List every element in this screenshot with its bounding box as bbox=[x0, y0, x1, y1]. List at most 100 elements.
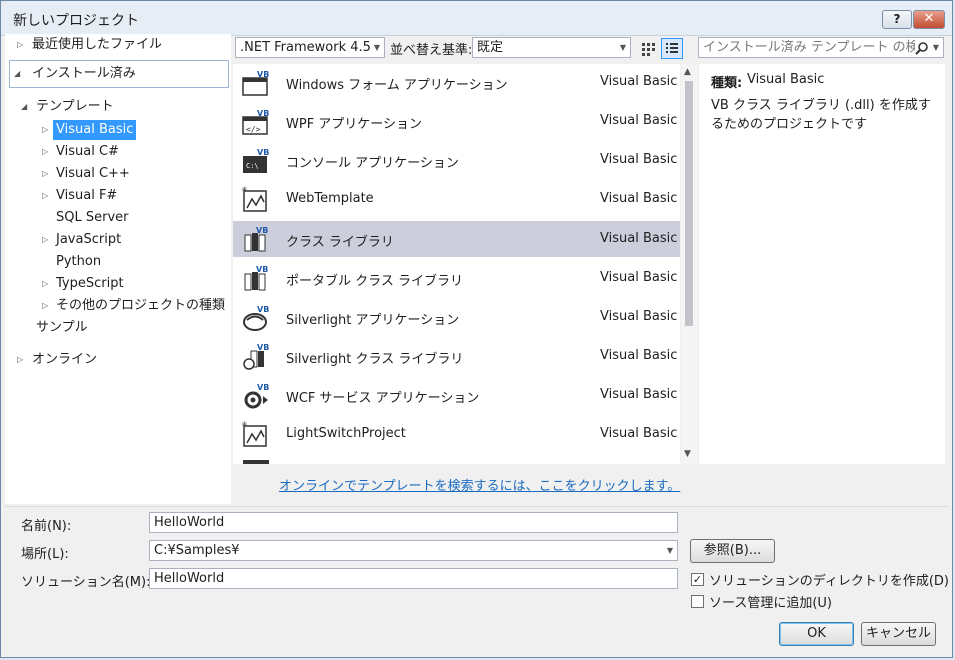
tree-item-typescript[interactable]: ▷ TypeScript bbox=[5, 274, 231, 294]
chevron-down-icon[interactable]: ▼ bbox=[667, 541, 673, 560]
project-settings-form: 名前(N): HelloWorld 場所(L): C:¥Samples¥ ▼ 参… bbox=[5, 506, 949, 655]
expand-arrow-icon[interactable]: ▷ bbox=[42, 120, 48, 140]
console-app-vb-icon: C:\ VB bbox=[243, 148, 269, 173]
name-label: 名前(N): bbox=[21, 519, 72, 534]
add-to-source-control-checkbox[interactable] bbox=[691, 595, 704, 608]
template-row-windows-forms[interactable]: VB Windows フォーム アプリケーション Visual Basic bbox=[233, 64, 680, 100]
template-name: Silverlight クラス ライブラリ bbox=[286, 352, 464, 367]
small-icons-view-button[interactable] bbox=[637, 38, 659, 59]
template-search-input[interactable]: インストール済み テンプレート の検索 ▼ bbox=[698, 37, 944, 58]
tree-item-visual-cpp[interactable]: ▷ Visual C++ bbox=[5, 164, 231, 184]
chevron-down-icon: ▼ bbox=[373, 43, 380, 52]
template-row-lightswitch[interactable]: ✳ LightSwitchProject Visual Basic bbox=[233, 416, 680, 452]
template-language: Visual Basic bbox=[600, 348, 678, 363]
chevron-down-icon: ▼ bbox=[619, 43, 626, 52]
location-label: 場所(L): bbox=[21, 547, 69, 562]
tree-item-python[interactable]: Python bbox=[5, 252, 231, 272]
template-row-class-library[interactable]: VB クラス ライブラリ Visual Basic bbox=[233, 221, 680, 257]
template-row-silverlight-library[interactable]: VB Silverlight クラス ライブラリ Visual Basic bbox=[233, 338, 680, 374]
scroll-up-icon[interactable]: ▲ bbox=[684, 67, 691, 77]
template-row-console[interactable]: C:\ VB コンソール アプリケーション Visual Basic bbox=[233, 142, 680, 178]
solution-name-input[interactable]: HelloWorld bbox=[149, 568, 678, 589]
online-templates-link[interactable]: オンラインでテンプレートを検索するには、ここをクリックします。 bbox=[279, 475, 680, 494]
template-name: WPF アプリケーション bbox=[286, 117, 423, 132]
type-label: 種類: bbox=[711, 76, 743, 91]
project-name-input[interactable]: HelloWorld bbox=[149, 512, 678, 533]
browse-button[interactable]: 参照(B)... bbox=[690, 539, 775, 563]
expand-arrow-icon[interactable]: ▷ bbox=[42, 296, 48, 316]
list-view-icon bbox=[666, 43, 678, 53]
template-language: Visual Basic bbox=[600, 74, 678, 89]
tree-item-label: TypeScript bbox=[56, 276, 124, 291]
dialog-title: 新しいプロジェクト bbox=[13, 13, 139, 29]
template-name: WCF サービス アプリケーション bbox=[286, 391, 480, 406]
search-icon[interactable] bbox=[915, 41, 929, 55]
expand-arrow-icon[interactable]: ▷ bbox=[17, 35, 23, 55]
tree-item-recent[interactable]: ▷ 最近使用したファイル bbox=[5, 35, 231, 55]
wpf-app-vb-icon: </> VB bbox=[242, 109, 269, 135]
chevron-down-icon[interactable]: ▼ bbox=[933, 38, 939, 57]
scroll-down-icon[interactable]: ▼ bbox=[684, 449, 691, 459]
tree-item-label: サンプル bbox=[36, 320, 88, 335]
tree-item-templates[interactable]: ◢ テンプレート bbox=[5, 97, 231, 117]
template-row-wpf[interactable]: </> VB WPF アプリケーション Visual Basic bbox=[233, 103, 680, 139]
class-library-vb-icon: VB bbox=[244, 226, 268, 252]
framework-select[interactable]: .NET Framework 4.5 ▼ bbox=[235, 37, 385, 58]
template-name: クラス ライブラリ bbox=[286, 235, 394, 250]
tree-item-label: 最近使用したファイル bbox=[32, 37, 163, 52]
expand-arrow-icon[interactable]: ▷ bbox=[42, 186, 48, 206]
expand-arrow-icon[interactable]: ▷ bbox=[42, 230, 48, 250]
location-combo[interactable]: C:¥Samples¥ ▼ bbox=[149, 540, 678, 561]
cancel-button[interactable]: キャンセル bbox=[861, 622, 936, 646]
template-row-silverlight-app[interactable]: VB Silverlight アプリケーション Visual Basic bbox=[233, 299, 680, 335]
scrollbar-thumb[interactable] bbox=[685, 81, 693, 326]
template-list: VB Windows フォーム アプリケーション Visual Basic </… bbox=[233, 64, 680, 464]
lightswitch-project-icon: ✳ bbox=[241, 420, 267, 447]
tree-item-sql-server[interactable]: SQL Server bbox=[5, 208, 231, 228]
silverlight-app-vb-icon: VB bbox=[243, 305, 269, 331]
tree-item-online[interactable]: ▷ オンライン bbox=[5, 350, 231, 370]
template-language: Visual Basic bbox=[600, 426, 678, 441]
expand-arrow-icon[interactable]: ▷ bbox=[42, 164, 48, 184]
svg-text:VB: VB bbox=[256, 265, 268, 274]
create-directory-checkbox[interactable]: ✓ bbox=[691, 573, 704, 586]
template-name: LightSwitchProject bbox=[286, 426, 406, 441]
sort-value: 既定 bbox=[477, 40, 504, 55]
template-row-portable-class-library[interactable]: VB ポータブル クラス ライブラリ Visual Basic bbox=[233, 260, 680, 296]
sort-select[interactable]: 既定 ▼ bbox=[472, 37, 631, 58]
tree-item-other-project-types[interactable]: ▷ その他のプロジェクトの種類 bbox=[5, 296, 231, 316]
collapse-arrow-icon[interactable]: ◢ bbox=[21, 97, 27, 117]
collapse-arrow-icon[interactable]: ◢ bbox=[14, 61, 20, 87]
expand-arrow-icon[interactable]: ▷ bbox=[42, 142, 48, 162]
tree-item-label: Visual F# bbox=[56, 188, 118, 203]
tree-item-visual-fsharp[interactable]: ▷ Visual F# bbox=[5, 186, 231, 206]
tree-item-label: Visual C# bbox=[56, 144, 119, 159]
svg-text:VB: VB bbox=[256, 226, 268, 235]
template-name: ポータブル クラス ライブラリ bbox=[286, 274, 464, 289]
svg-text:VB: VB bbox=[257, 109, 269, 118]
tree-item-visual-basic[interactable]: ▷ Visual Basic bbox=[5, 120, 231, 140]
list-view-button[interactable] bbox=[661, 38, 683, 59]
tree-item-javascript[interactable]: ▷ JavaScript bbox=[5, 230, 231, 250]
category-tree: ▷ 最近使用したファイル ◢ インストール済み ◢ テンプレート ▷ Visua… bbox=[5, 34, 231, 504]
svg-text:</>: </> bbox=[246, 125, 261, 134]
tree-item-label: その他のプロジェクトの種類 bbox=[56, 298, 226, 313]
tree-item-samples[interactable]: サンプル bbox=[5, 318, 231, 338]
tree-item-visual-csharp[interactable]: ▷ Visual C# bbox=[5, 142, 231, 162]
template-row-webtemplate[interactable]: ✳ WebTemplate Visual Basic bbox=[233, 181, 680, 217]
template-language: Visual Basic bbox=[600, 113, 678, 128]
close-button[interactable]: ✕ bbox=[913, 10, 945, 29]
partial-row-icon bbox=[243, 460, 269, 464]
tree-item-installed[interactable]: ◢ インストール済み bbox=[9, 60, 229, 88]
web-template-icon: ✳ bbox=[241, 185, 267, 212]
help-button[interactable]: ? bbox=[882, 10, 912, 29]
template-language: Visual Basic bbox=[600, 152, 678, 167]
create-directory-label[interactable]: ソリューションのディレクトリを作成(D) bbox=[709, 570, 949, 589]
add-to-source-control-label[interactable]: ソース管理に追加(U) bbox=[709, 592, 832, 611]
ok-button[interactable]: OK bbox=[779, 622, 854, 646]
expand-arrow-icon[interactable]: ▷ bbox=[17, 350, 23, 370]
expand-arrow-icon[interactable]: ▷ bbox=[42, 274, 48, 294]
template-row-wcf-service[interactable]: VB WCF サービス アプリケーション Visual Basic bbox=[233, 377, 680, 413]
title-bar: 新しいプロジェクト ? ✕ bbox=[1, 1, 952, 36]
template-list-scrollbar[interactable]: ▲ ▼ bbox=[681, 64, 698, 464]
